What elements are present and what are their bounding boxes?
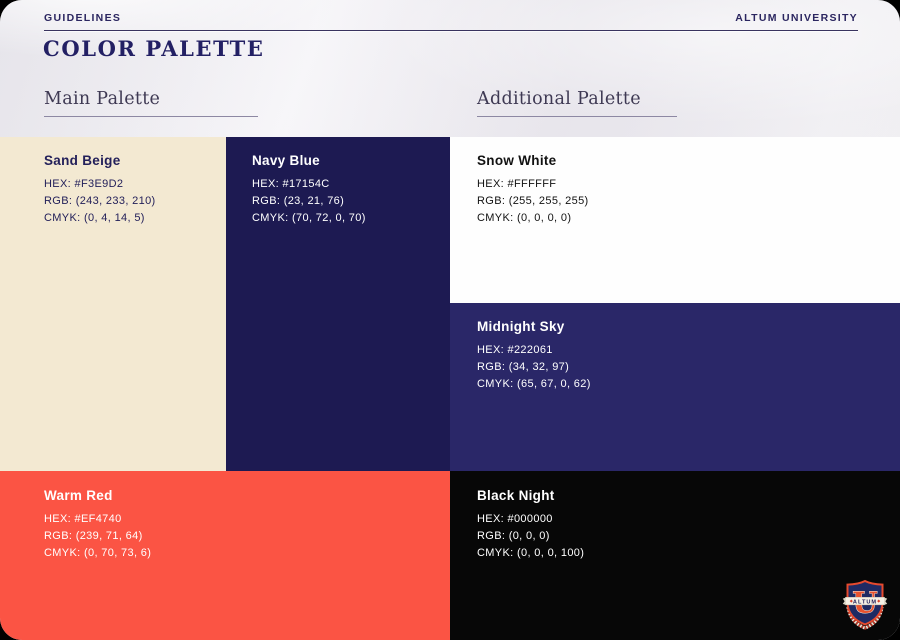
swatch-name: Sand Beige bbox=[44, 153, 121, 168]
swatch-hex: HEX: #17154C bbox=[252, 178, 330, 190]
swatch-rgb: RGB: (0, 0, 0) bbox=[477, 530, 550, 542]
swatch-cmyk: CMYK: (0, 0, 0, 100) bbox=[477, 547, 585, 559]
additional-palette-heading: Additional Palette bbox=[477, 89, 677, 117]
swatch-name: Black Night bbox=[477, 488, 555, 503]
swatch-name: Warm Red bbox=[44, 488, 113, 503]
swatch-hex: HEX: #EF4740 bbox=[44, 513, 122, 525]
swatch-cmyk: CMYK: (0, 4, 14, 5) bbox=[44, 212, 145, 224]
header-rule bbox=[44, 30, 858, 31]
swatch-cmyk: CMYK: (0, 70, 73, 6) bbox=[44, 547, 152, 559]
swatch-hex: HEX: #F3E9D2 bbox=[44, 178, 124, 190]
swatch-cmyk: CMYK: (70, 72, 0, 70) bbox=[252, 212, 366, 224]
swatch-rgb: RGB: (23, 21, 76) bbox=[252, 195, 345, 207]
guidelines-page: GUIDELINES ALTUM UNIVERSITY COLOR PALETT… bbox=[0, 0, 900, 640]
university-label: ALTUM UNIVERSITY bbox=[735, 12, 858, 24]
altum-crest-logo: U ALTUM bbox=[842, 578, 888, 630]
swatch-black-night: Black Night HEX: #000000 RGB: (0, 0, 0) … bbox=[450, 471, 900, 640]
guidelines-label: GUIDELINES bbox=[44, 12, 122, 24]
swatch-cmyk: CMYK: (0, 0, 0, 0) bbox=[477, 212, 572, 224]
swatch-snow-white: Snow White HEX: #FFFFFF RGB: (255, 255, … bbox=[450, 137, 900, 303]
crest-banner-text: ALTUM bbox=[853, 599, 877, 605]
swatch-rgb: RGB: (34, 32, 97) bbox=[477, 361, 570, 373]
swatch-rgb: RGB: (255, 255, 255) bbox=[477, 195, 589, 207]
swatch-name: Midnight Sky bbox=[477, 319, 565, 334]
main-palette-heading: Main Palette bbox=[44, 89, 258, 117]
swatch-name: Snow White bbox=[477, 153, 557, 168]
swatch-warm-red: Warm Red HEX: #EF4740 RGB: (239, 71, 64)… bbox=[0, 471, 450, 640]
crest-shield-icon: U ALTUM bbox=[842, 579, 888, 630]
swatch-name: Navy Blue bbox=[252, 153, 320, 168]
swatch-cmyk: CMYK: (65, 67, 0, 62) bbox=[477, 378, 591, 390]
swatch-hex: HEX: #000000 bbox=[477, 513, 553, 525]
swatch-navy-blue: Navy Blue HEX: #17154C RGB: (23, 21, 76)… bbox=[226, 137, 450, 471]
swatch-hex: HEX: #FFFFFF bbox=[477, 178, 557, 190]
swatch-sand-beige: Sand Beige HEX: #F3E9D2 RGB: (243, 233, … bbox=[0, 137, 226, 471]
swatch-midnight-sky: Midnight Sky HEX: #222061 RGB: (34, 32, … bbox=[450, 303, 900, 471]
swatch-rgb: RGB: (243, 233, 210) bbox=[44, 195, 156, 207]
swatch-rgb: RGB: (239, 71, 64) bbox=[44, 530, 143, 542]
page-title: COLOR PALETTE bbox=[43, 36, 265, 61]
swatch-hex: HEX: #222061 bbox=[477, 344, 553, 356]
